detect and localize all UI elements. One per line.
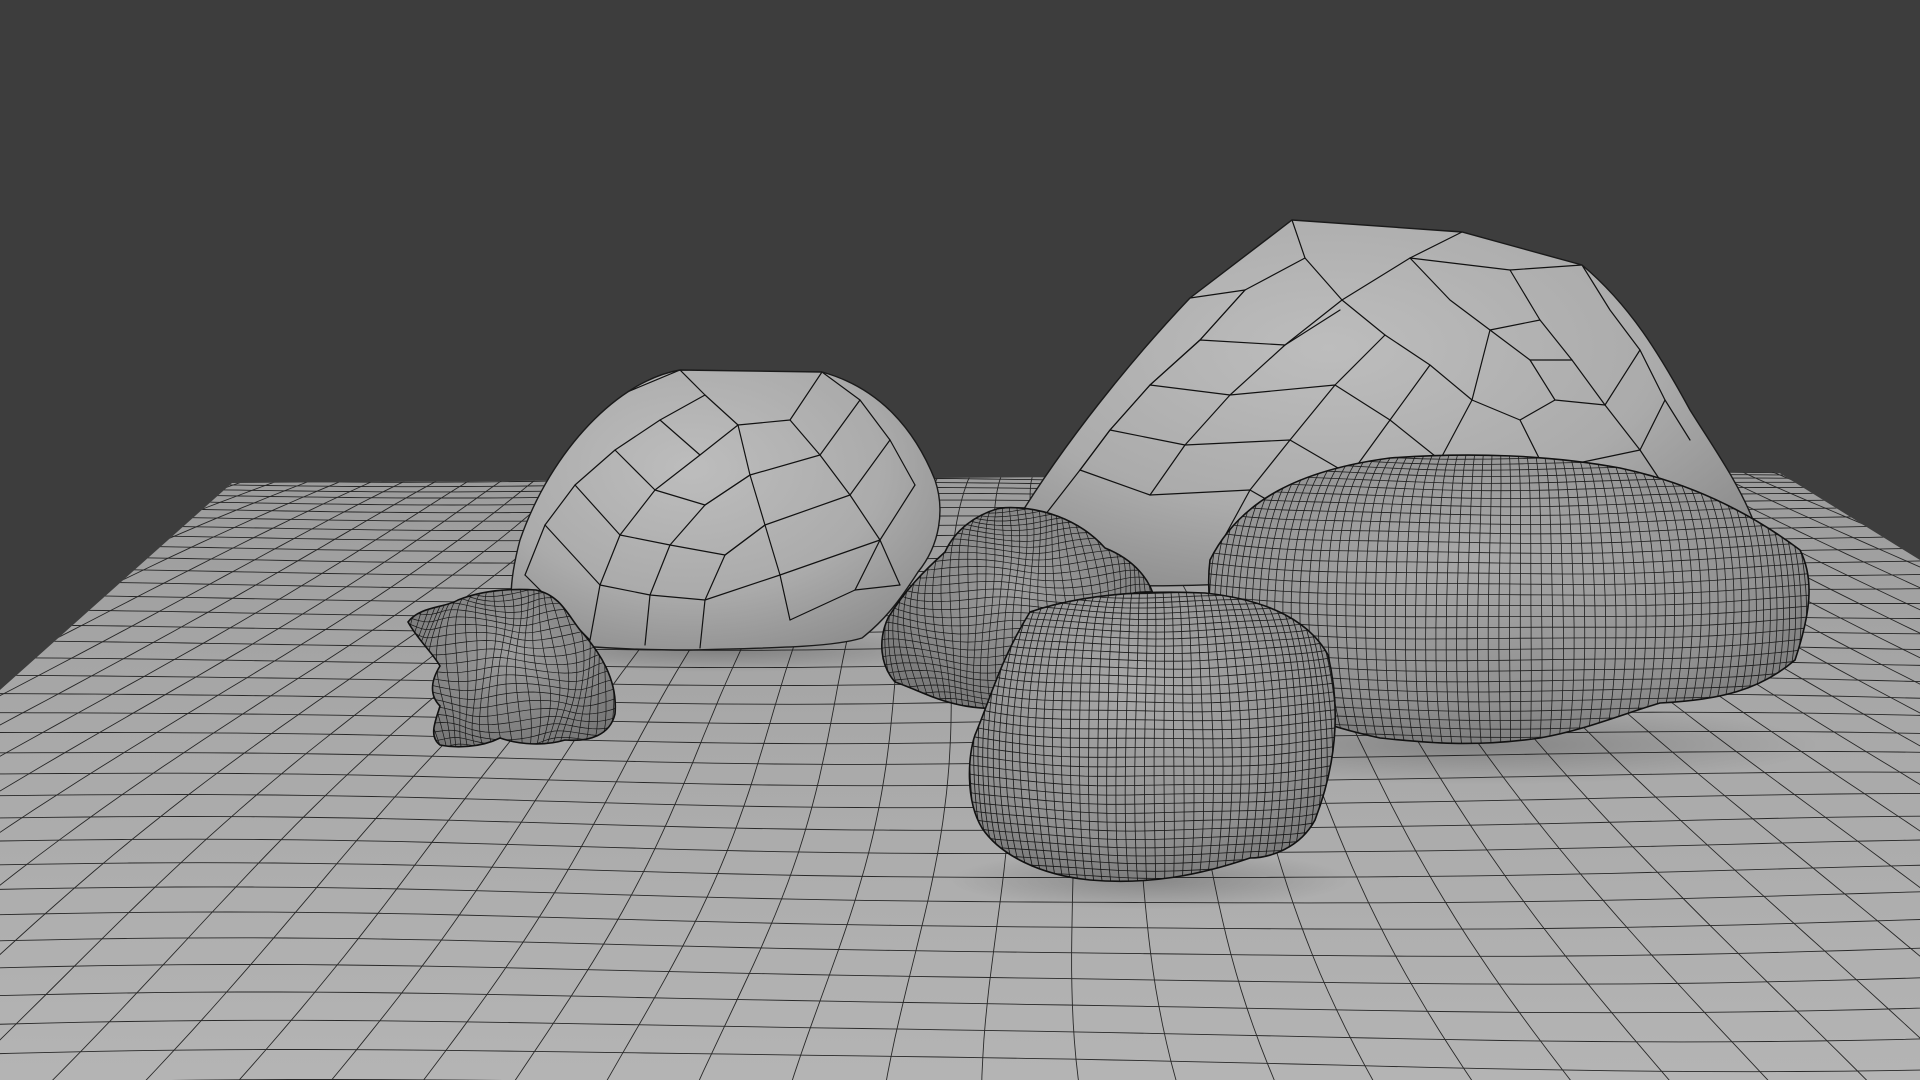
scene-canvas[interactable] [0,0,1920,1080]
3d-viewport[interactable] [0,0,1920,1080]
